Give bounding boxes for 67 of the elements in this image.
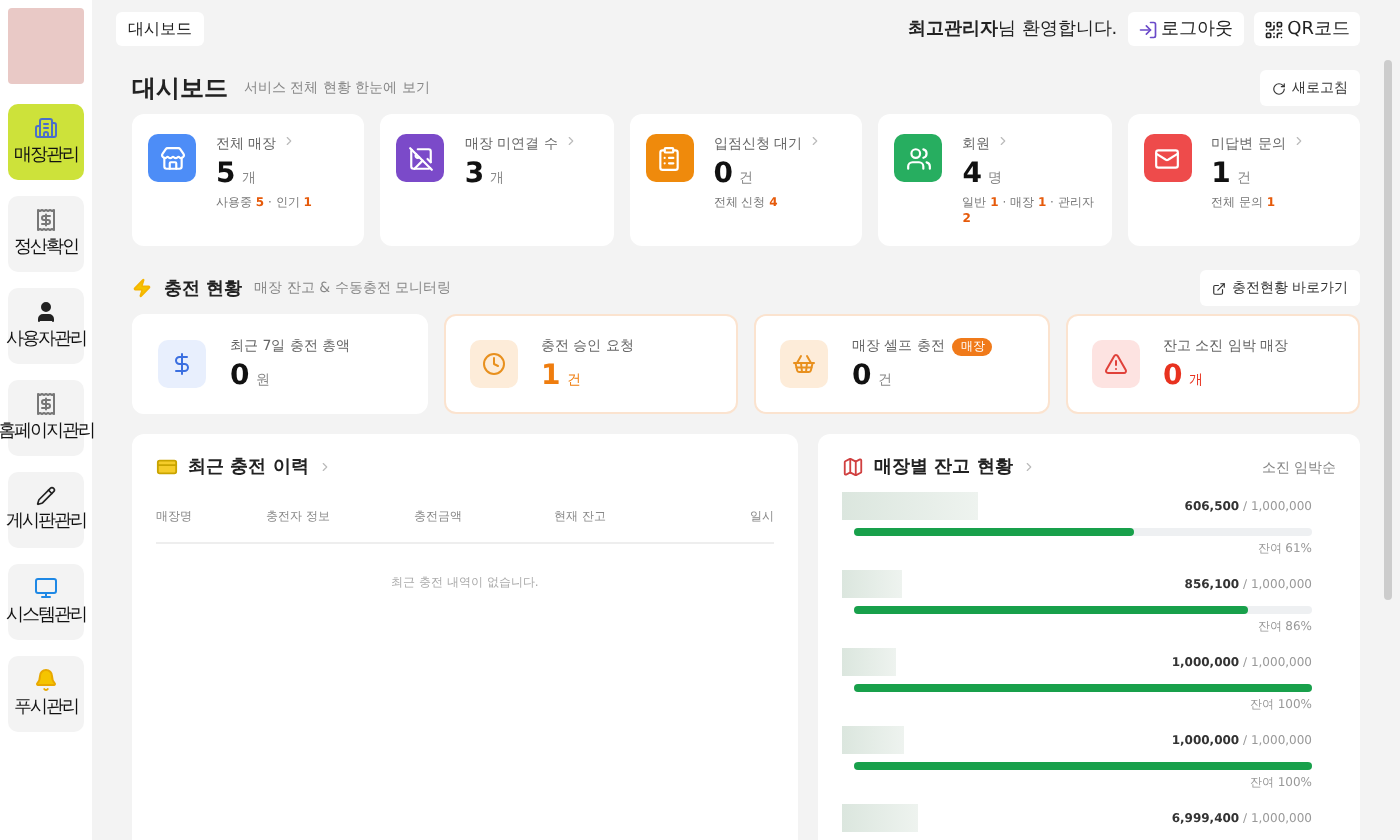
sidebar-label: 홈페이지관리 xyxy=(0,420,94,444)
map-icon xyxy=(842,456,864,478)
blurred-name-placeholder xyxy=(842,726,904,754)
chevron-icon xyxy=(1022,460,1037,474)
warning-icon xyxy=(1091,340,1139,388)
scrollbar[interactable] xyxy=(1384,60,1392,600)
receipt-icon xyxy=(34,208,58,232)
charge-value: 0 xyxy=(1163,360,1183,392)
users-icon xyxy=(894,134,943,182)
sidebar-label: 시스템관리 xyxy=(6,604,86,628)
sidebar-label: 매장관리 xyxy=(14,144,78,168)
monitor-icon xyxy=(34,576,58,600)
refresh-icon xyxy=(1272,81,1286,95)
image-off-icon xyxy=(396,134,445,182)
external-link-icon xyxy=(1211,281,1226,295)
panel-title: 최근 충전 이력 xyxy=(188,455,309,480)
chevron-icon xyxy=(318,460,333,474)
sidebar-item[interactable]: 푸시관리 xyxy=(8,656,84,732)
chevron-icon xyxy=(282,134,297,148)
qr-code-button[interactable]: QR코드 xyxy=(1253,12,1360,46)
user-icon xyxy=(34,300,58,324)
stat-value: 3 xyxy=(464,158,485,190)
charge-value: 0 xyxy=(230,360,250,392)
building-icon xyxy=(34,116,58,140)
page-title: 대시보드 xyxy=(132,71,228,105)
stat-value: 1 xyxy=(1211,158,1231,190)
stat-value: 4 xyxy=(962,158,982,190)
sidebar-label: 정산확인 xyxy=(14,236,78,260)
welcome-text: 최고관리자님 환영합니다. xyxy=(907,18,1118,42)
panel-title: 매장별 잔고 현황 xyxy=(874,456,1013,480)
sidebar-item[interactable]: 매장관리 xyxy=(8,104,84,180)
chevron-icon xyxy=(1291,134,1306,148)
blurred-name-placeholder xyxy=(842,492,978,520)
sidebar-item[interactable]: 사용자관리 xyxy=(8,288,84,364)
pen-icon xyxy=(36,486,56,506)
sidebar-label: 푸시관리 xyxy=(14,696,78,720)
dollar-icon xyxy=(158,340,206,388)
charge-value: 0 xyxy=(852,360,872,392)
basket-icon xyxy=(780,340,828,388)
blurred-name-placeholder xyxy=(842,570,902,598)
blurred-name-placeholder xyxy=(842,648,896,676)
section-title: 충전 현황 xyxy=(164,277,243,301)
chevron-icon xyxy=(563,134,578,148)
stat-value: 0 xyxy=(713,158,734,190)
store-icon xyxy=(148,134,196,182)
mail-icon xyxy=(1143,134,1192,182)
sidebar-item[interactable]: 시스템관리 xyxy=(8,564,84,640)
chevron-icon xyxy=(996,134,1011,148)
chevron-icon xyxy=(808,134,823,148)
card-icon xyxy=(156,456,178,478)
breadcrumb-tab[interactable]: 대시보드 xyxy=(116,12,204,46)
clipboard-icon xyxy=(645,134,694,182)
logout-button[interactable]: 로그아웃 xyxy=(1127,12,1244,46)
sidebar-item[interactable]: 게시판관리 xyxy=(8,472,84,548)
charge-value: 1 xyxy=(541,360,561,392)
qr-code-icon xyxy=(1263,19,1284,39)
clock-icon xyxy=(469,340,517,388)
receipt-icon xyxy=(34,392,58,416)
sidebar-item[interactable]: 정산확인 xyxy=(8,196,84,272)
lightning-icon xyxy=(132,278,152,298)
bell-icon xyxy=(34,668,58,692)
avatar-placeholder xyxy=(8,8,84,84)
blurred-name-placeholder xyxy=(842,804,918,832)
sidebar-label: 사용자관리 xyxy=(6,328,86,352)
logout-icon xyxy=(1137,19,1158,39)
sidebar-label: 게시판관리 xyxy=(6,510,86,534)
stat-value: 5 xyxy=(216,158,236,190)
